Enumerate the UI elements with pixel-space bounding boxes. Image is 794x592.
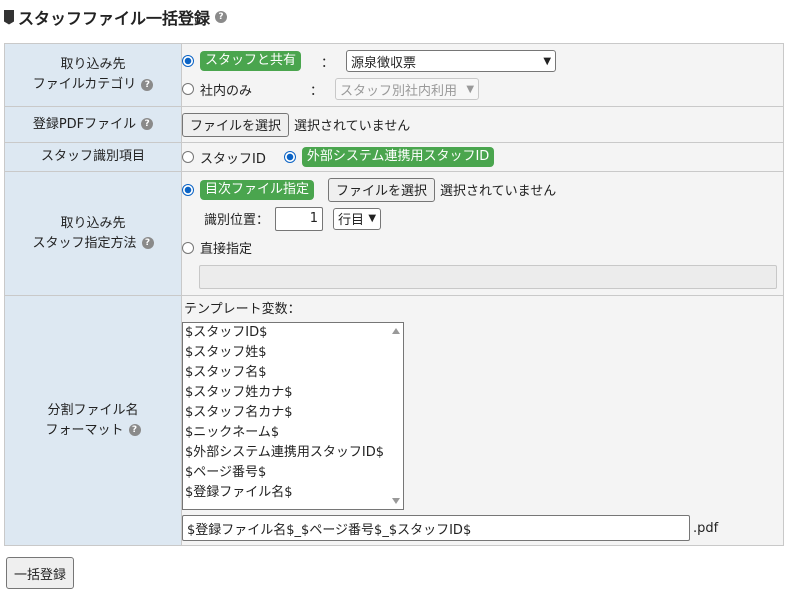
help-icon[interactable]: ? (141, 78, 154, 91)
page-header: スタッフファイル一括登録 ? (4, 4, 228, 30)
page-title: スタッフファイル一括登録 (18, 9, 211, 28)
list-scrollbar[interactable] (389, 323, 403, 509)
category-label-cell: 取り込み先 ファイルカテゴリ? (4, 43, 182, 107)
radio-shared[interactable] (182, 55, 194, 67)
split-name-label-line1: 分割ファイル名 (47, 402, 139, 418)
format-input[interactable]: $登録ファイル名$_$ページ番号$_$スタッフID$ (182, 515, 690, 541)
help-icon[interactable]: ? (141, 237, 154, 249)
staff-key-label: スタッフ識別項目 (40, 149, 145, 164)
staff-method-label-cell: 取り込み先 スタッフ指定方法? (4, 171, 182, 296)
option-staff-id-label[interactable]: スタッフID (200, 148, 266, 167)
list-item[interactable]: $外部システム連携用スタッフID$ (183, 443, 403, 463)
position-unit-value: 行目 (338, 213, 365, 228)
split-name-label-line2: フォーマット (45, 422, 124, 438)
staff-method-label-line1: 取り込み先 (60, 215, 126, 231)
pdf-file-value-cell: ファイルを選択 選択されていません (181, 106, 784, 143)
option-index-file-label[interactable]: 目次ファイル指定 (200, 179, 315, 200)
scroll-down-icon[interactable] (392, 498, 400, 504)
shared-category-select-value: 源泉徴収票 (351, 55, 417, 71)
scroll-up-icon[interactable] (392, 328, 400, 334)
pdf-file-status: 選択されていません (294, 119, 411, 134)
radio-internal[interactable] (182, 83, 194, 95)
split-name-label-cell: 分割ファイル名 フォーマット? (4, 295, 182, 546)
import-form: 取り込み先 ファイルカテゴリ? スタッフと共有 ： 源泉徴収票 ▼ 社内のみ ：… (4, 43, 784, 546)
direct-input (199, 264, 777, 289)
help-icon[interactable]: ? (141, 118, 154, 130)
category-label-line1: 取り込み先 (60, 57, 126, 72)
internal-category-select: スタッフ別社内利用 ▼ (335, 78, 480, 100)
staff-method-value-cell: 目次ファイル指定 ファイルを選択 選択されていません 識別位置： 1 行目 ▼ … (181, 171, 784, 296)
help-icon[interactable]: ? (128, 424, 141, 436)
template-label: テンプレート変数： (184, 302, 301, 317)
shared-category-select[interactable]: 源泉徴収票 ▼ (346, 50, 557, 72)
colon: ： (321, 55, 335, 71)
list-item[interactable]: $スタッフ姓$ (183, 343, 403, 363)
list-item[interactable]: $スタッフ名カナ$ (183, 403, 403, 423)
position-label: 識別位置： (204, 213, 270, 228)
staff-key-label-cell: スタッフ識別項目 (4, 142, 182, 172)
option-direct-label[interactable]: 直接指定 (200, 238, 252, 257)
index-file-select-button[interactable]: ファイルを選択 (328, 177, 436, 202)
position-input[interactable]: 1 (275, 206, 324, 231)
option-shared-label[interactable]: スタッフと共有 (200, 51, 302, 71)
pdf-file-select-button[interactable]: ファイルを選択 (182, 112, 290, 137)
pdf-file-label-cell: 登録PDFファイル? (4, 106, 182, 143)
category-label-line2: ファイルカテゴリ (32, 77, 137, 92)
extension-label: .pdf (693, 520, 719, 536)
list-item[interactable]: $スタッフ名$ (183, 363, 403, 383)
chevron-down-icon: ▼ (466, 83, 475, 95)
radio-direct[interactable] (182, 241, 194, 254)
list-item[interactable]: $スタッフID$ (183, 323, 403, 343)
list-item[interactable]: $ページ番号$ (183, 463, 403, 483)
list-item[interactable]: $ニックネーム$ (183, 423, 403, 443)
position-unit-select[interactable]: 行目 ▼ (333, 207, 382, 230)
template-variable-list[interactable]: $スタッフID$ $スタッフ姓$ $スタッフ名$ $スタッフ姓カナ$ $スタッフ… (182, 322, 404, 510)
list-item[interactable]: $登録ファイル名$ (183, 483, 403, 503)
radio-index-file[interactable] (182, 183, 194, 196)
colon: ： (310, 83, 324, 99)
list-item[interactable]: $スタッフ姓カナ$ (183, 383, 403, 403)
title-marker-icon (4, 9, 14, 25)
chevron-down-icon: ▼ (368, 213, 377, 224)
help-icon[interactable]: ? (215, 11, 228, 23)
radio-external-id[interactable] (283, 151, 296, 163)
internal-category-select-value: スタッフ別社内利用 (340, 83, 458, 99)
option-internal-label[interactable]: 社内のみ (200, 80, 252, 99)
chevron-down-icon: ▼ (543, 55, 552, 67)
category-value-cell: スタッフと共有 ： 源泉徴収票 ▼ 社内のみ ： スタッフ別社内利用 ▼ (181, 43, 784, 107)
staff-key-value-cell: スタッフID 外部システム連携用スタッフID (181, 142, 784, 172)
radio-staff-id[interactable] (182, 151, 194, 163)
index-file-status: 選択されていません (440, 184, 557, 199)
split-name-value-cell: テンプレート変数： $スタッフID$ $スタッフ姓$ $スタッフ名$ $スタッフ… (181, 295, 784, 546)
option-external-id-label[interactable]: 外部システム連携用スタッフID (301, 147, 495, 167)
bulk-register-button[interactable]: 一括登録 (6, 557, 75, 589)
staff-method-label-line2: スタッフ指定方法 (32, 235, 137, 251)
pdf-file-label: 登録PDFファイル (32, 116, 137, 132)
